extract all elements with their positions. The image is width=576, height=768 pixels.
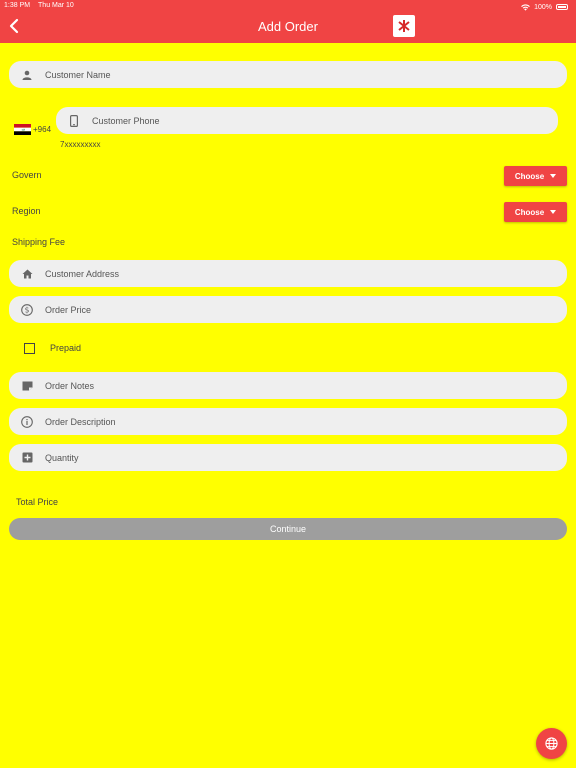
dollar-icon: $ bbox=[21, 303, 33, 316]
order-description-field[interactable]: Order Description bbox=[9, 408, 567, 435]
customer-phone-field[interactable]: Customer Phone bbox=[56, 107, 558, 134]
svg-text:$: $ bbox=[25, 305, 30, 314]
order-notes-placeholder: Order Notes bbox=[45, 380, 95, 391]
region-choose-label: Choose bbox=[514, 207, 545, 217]
info-icon bbox=[21, 415, 33, 428]
total-price-label: Total Price bbox=[16, 497, 59, 507]
prepaid-checkbox[interactable] bbox=[24, 343, 35, 354]
govern-label: Govern bbox=[12, 170, 42, 180]
battery-icon bbox=[556, 4, 568, 10]
iraq-flag-icon: ﷲ bbox=[14, 124, 31, 135]
app-header: 1:38 PM Thu Mar 10 100% Add Order bbox=[0, 0, 576, 43]
status-date: Thu Mar 10 bbox=[38, 2, 74, 9]
quantity-field[interactable]: Quantity bbox=[9, 444, 567, 471]
order-price-placeholder: Order Price bbox=[45, 304, 92, 315]
customer-name-placeholder: Customer Name bbox=[45, 69, 111, 80]
home-icon bbox=[22, 269, 32, 278]
quantity-placeholder: Quantity bbox=[45, 452, 79, 463]
caret-down-icon bbox=[550, 174, 557, 178]
status-time: 1:38 PM bbox=[4, 2, 31, 9]
battery-percent: 100% bbox=[534, 3, 552, 11]
order-price-field[interactable]: $ Order Price bbox=[9, 296, 567, 323]
person-icon bbox=[22, 70, 32, 80]
caret-down-icon bbox=[550, 210, 557, 214]
prepaid-label: Prepaid bbox=[50, 343, 82, 353]
govern-choose-label: Choose bbox=[514, 171, 545, 181]
language-button[interactable] bbox=[536, 728, 567, 759]
phone-icon bbox=[70, 114, 78, 127]
govern-choose-button[interactable]: Choose bbox=[504, 166, 567, 186]
phone-hint: 7xxxxxxxxx bbox=[60, 140, 101, 149]
page-title: Add Order bbox=[258, 19, 318, 34]
app-logo bbox=[393, 15, 415, 37]
region-choose-button[interactable]: Choose bbox=[504, 202, 567, 222]
wifi-icon bbox=[521, 3, 530, 11]
notes-icon bbox=[22, 381, 32, 390]
customer-address-placeholder: Customer Address bbox=[45, 268, 120, 279]
customer-address-field[interactable]: Customer Address bbox=[9, 260, 567, 287]
customer-phone-placeholder: Customer Phone bbox=[92, 115, 160, 126]
plus-square-icon bbox=[22, 452, 32, 463]
continue-button[interactable]: Continue bbox=[9, 518, 567, 540]
region-label: Region bbox=[12, 206, 41, 216]
order-description-placeholder: Order Description bbox=[45, 416, 116, 427]
status-bar: 1:38 PM Thu Mar 10 100% bbox=[4, 2, 568, 12]
customer-name-field[interactable]: Customer Name bbox=[9, 61, 567, 88]
shipping-fee-label: Shipping Fee bbox=[12, 237, 66, 247]
globe-icon bbox=[545, 737, 558, 750]
phone-prefix[interactable]: +964 bbox=[33, 125, 51, 134]
order-notes-field[interactable]: Order Notes bbox=[9, 372, 567, 399]
